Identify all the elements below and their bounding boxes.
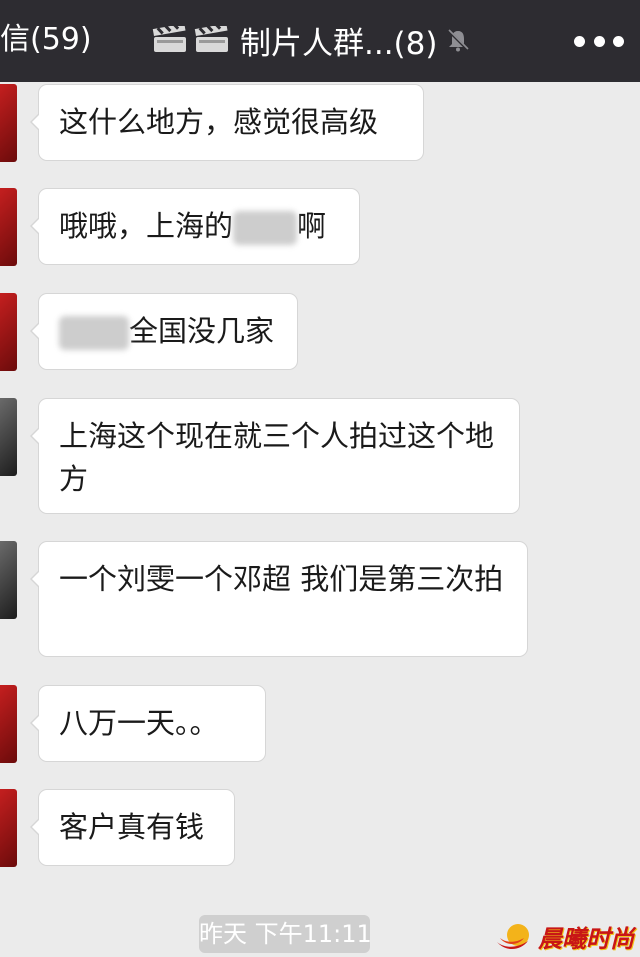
message-text: 上海这个现在就三个人拍过这个地方	[59, 419, 495, 496]
message-text: 客户真有钱	[59, 810, 205, 844]
avatar[interactable]	[0, 188, 17, 266]
message-text: 这什么地方，感觉很高级	[59, 105, 379, 139]
message-text: 全国没几家	[129, 314, 275, 348]
redacted-text	[233, 211, 298, 245]
timestamp: 昨天 下午11:11	[199, 915, 372, 953]
message-text: 啊	[297, 209, 327, 243]
group-name: 制片人群...(8)	[240, 25, 438, 62]
avatar[interactable]	[0, 685, 17, 763]
chat-title[interactable]: 制片人群...(8)	[152, 18, 471, 62]
avatar[interactable]	[0, 789, 17, 867]
message-bubble: 全国没几家	[30, 293, 298, 370]
message-bubble: 客户真有钱	[30, 789, 235, 866]
chat-header: 信(59) 制片人群...(8)	[0, 0, 640, 82]
clapperboard-icon	[152, 26, 186, 52]
message-bubble: 八万一天。。	[30, 685, 266, 762]
watermark-text: 晨曦时尚	[538, 923, 634, 953]
message-text: 哦哦，上海的	[59, 209, 234, 243]
more-icon[interactable]	[574, 24, 624, 58]
sun-logo-icon	[497, 924, 529, 950]
message-bubble: 哦哦，上海的 啊	[30, 188, 360, 265]
avatar[interactable]	[0, 541, 17, 619]
message-text: 八万一天。。	[59, 706, 219, 740]
message-bubble: 上海这个现在就三个人拍过这个地方	[30, 398, 520, 514]
back-button[interactable]: 信(59)	[0, 18, 92, 62]
message-bubble: 一个刘雯一个邓超 我们是第三次拍	[30, 541, 528, 657]
clapperboard-icon	[194, 26, 228, 52]
avatar[interactable]	[0, 293, 17, 371]
redacted-text	[59, 316, 129, 350]
avatar[interactable]	[0, 84, 17, 162]
mute-icon	[447, 28, 470, 52]
avatar[interactable]	[0, 398, 17, 476]
message-bubble: 这什么地方，感觉很高级	[30, 84, 424, 161]
message-text: 一个刘雯一个邓超 我们是第三次拍	[59, 562, 504, 596]
watermark: 晨曦时尚	[494, 916, 634, 956]
